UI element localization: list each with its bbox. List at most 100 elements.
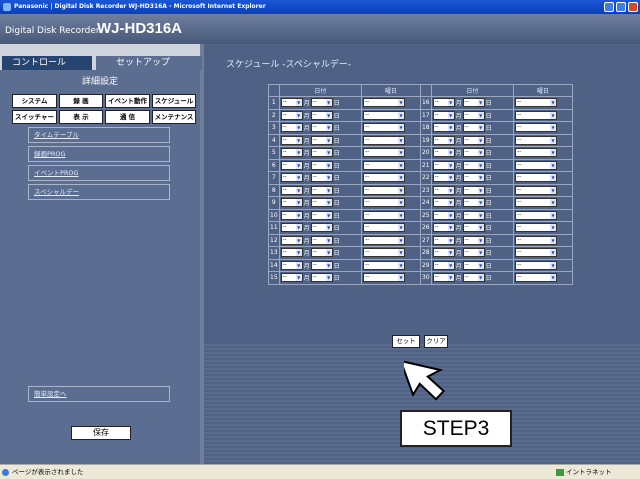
set-button[interactable]: セット xyxy=(392,335,420,348)
day-select[interactable]: -- xyxy=(462,210,485,220)
month-select[interactable]: -- xyxy=(432,98,455,108)
weekday-select[interactable]: -- xyxy=(515,173,558,183)
day-select[interactable]: -- xyxy=(310,223,333,233)
weekday-select[interactable]: -- xyxy=(363,160,406,170)
weekday-select[interactable]: -- xyxy=(363,248,406,258)
day-select[interactable]: -- xyxy=(310,235,333,245)
day-select[interactable]: -- xyxy=(310,123,333,133)
weekday-select[interactable]: -- xyxy=(363,123,406,133)
weekday-select[interactable]: -- xyxy=(515,160,558,170)
month-select[interactable]: -- xyxy=(432,173,455,183)
weekday-select[interactable]: -- xyxy=(515,98,558,108)
maximize-icon[interactable] xyxy=(616,2,626,12)
day-select[interactable]: -- xyxy=(462,123,485,133)
day-select[interactable]: -- xyxy=(310,98,333,108)
month-select[interactable]: -- xyxy=(280,248,303,258)
month-select[interactable]: -- xyxy=(280,185,303,195)
month-select[interactable]: -- xyxy=(280,273,303,283)
day-select[interactable]: -- xyxy=(310,185,333,195)
month-select[interactable]: -- xyxy=(432,223,455,233)
month-select[interactable]: -- xyxy=(432,248,455,258)
month-select[interactable]: -- xyxy=(280,160,303,170)
tab-setup[interactable]: セットアップ xyxy=(96,56,202,70)
month-select[interactable]: -- xyxy=(280,210,303,220)
weekday-select[interactable]: -- xyxy=(363,210,406,220)
category-comm-button[interactable]: 通 信 xyxy=(105,110,150,124)
day-select[interactable]: -- xyxy=(462,110,485,120)
weekday-select[interactable]: -- xyxy=(363,198,406,208)
month-select[interactable]: -- xyxy=(280,135,303,145)
day-select[interactable]: -- xyxy=(310,210,333,220)
nav-special-day[interactable]: スペシャルデー xyxy=(28,184,170,200)
month-select[interactable]: -- xyxy=(432,210,455,220)
day-select[interactable]: -- xyxy=(310,248,333,258)
month-select[interactable]: -- xyxy=(432,273,455,283)
category-maintenance-button[interactable]: メンテナンス xyxy=(152,110,196,124)
weekday-select[interactable]: -- xyxy=(363,173,406,183)
nav-rec-prog[interactable]: 録画PROG xyxy=(28,146,170,162)
weekday-select[interactable]: -- xyxy=(515,110,558,120)
easy-setup-link[interactable]: 簡単設定へ xyxy=(28,386,170,402)
day-select[interactable]: -- xyxy=(310,260,333,270)
day-select[interactable]: -- xyxy=(462,273,485,283)
month-select[interactable]: -- xyxy=(432,260,455,270)
nav-timetable[interactable]: タイムテーブル xyxy=(28,127,170,143)
month-select[interactable]: -- xyxy=(432,235,455,245)
weekday-select[interactable]: -- xyxy=(515,198,558,208)
month-select[interactable]: -- xyxy=(432,160,455,170)
weekday-select[interactable]: -- xyxy=(515,210,558,220)
weekday-select[interactable]: -- xyxy=(515,185,558,195)
category-schedule-button[interactable]: スケジュール xyxy=(152,94,196,108)
weekday-select[interactable]: -- xyxy=(363,235,406,245)
month-select[interactable]: -- xyxy=(432,110,455,120)
day-select[interactable]: -- xyxy=(462,185,485,195)
category-recording-button[interactable]: 録 画 xyxy=(59,94,103,108)
day-select[interactable]: -- xyxy=(462,173,485,183)
month-select[interactable]: -- xyxy=(280,123,303,133)
day-select[interactable]: -- xyxy=(462,160,485,170)
category-system-button[interactable]: システム xyxy=(12,94,57,108)
day-select[interactable]: -- xyxy=(310,148,333,158)
month-select[interactable]: -- xyxy=(432,148,455,158)
day-select[interactable]: -- xyxy=(462,198,485,208)
month-select[interactable]: -- xyxy=(432,185,455,195)
day-select[interactable]: -- xyxy=(462,260,485,270)
day-select[interactable]: -- xyxy=(462,135,485,145)
day-select[interactable]: -- xyxy=(310,160,333,170)
weekday-select[interactable]: -- xyxy=(515,260,558,270)
month-select[interactable]: -- xyxy=(280,235,303,245)
month-select[interactable]: -- xyxy=(280,260,303,270)
category-display-button[interactable]: 表 示 xyxy=(59,110,103,124)
day-select[interactable]: -- xyxy=(310,198,333,208)
nav-event-prog[interactable]: イベントPROG xyxy=(28,165,170,181)
month-select[interactable]: -- xyxy=(280,198,303,208)
weekday-select[interactable]: -- xyxy=(515,148,558,158)
weekday-select[interactable]: -- xyxy=(363,223,406,233)
day-select[interactable]: -- xyxy=(310,273,333,283)
weekday-select[interactable]: -- xyxy=(363,273,406,283)
day-select[interactable]: -- xyxy=(462,235,485,245)
day-select[interactable]: -- xyxy=(462,98,485,108)
weekday-select[interactable]: -- xyxy=(515,235,558,245)
weekday-select[interactable]: -- xyxy=(363,135,406,145)
month-select[interactable]: -- xyxy=(432,123,455,133)
month-select[interactable]: -- xyxy=(432,198,455,208)
weekday-select[interactable]: -- xyxy=(515,223,558,233)
day-select[interactable]: -- xyxy=(462,248,485,258)
day-select[interactable]: -- xyxy=(462,148,485,158)
month-select[interactable]: -- xyxy=(280,223,303,233)
day-select[interactable]: -- xyxy=(462,223,485,233)
weekday-select[interactable]: -- xyxy=(515,248,558,258)
weekday-select[interactable]: -- xyxy=(363,148,406,158)
weekday-select[interactable]: -- xyxy=(515,123,558,133)
month-select[interactable]: -- xyxy=(280,98,303,108)
close-icon[interactable] xyxy=(628,2,638,12)
day-select[interactable]: -- xyxy=(310,173,333,183)
day-select[interactable]: -- xyxy=(310,135,333,145)
clear-button[interactable]: クリア xyxy=(424,335,448,348)
weekday-select[interactable]: -- xyxy=(515,135,558,145)
month-select[interactable]: -- xyxy=(432,135,455,145)
weekday-select[interactable]: -- xyxy=(363,110,406,120)
tab-control[interactable]: コントロール xyxy=(2,56,92,70)
minimize-icon[interactable] xyxy=(604,2,614,12)
